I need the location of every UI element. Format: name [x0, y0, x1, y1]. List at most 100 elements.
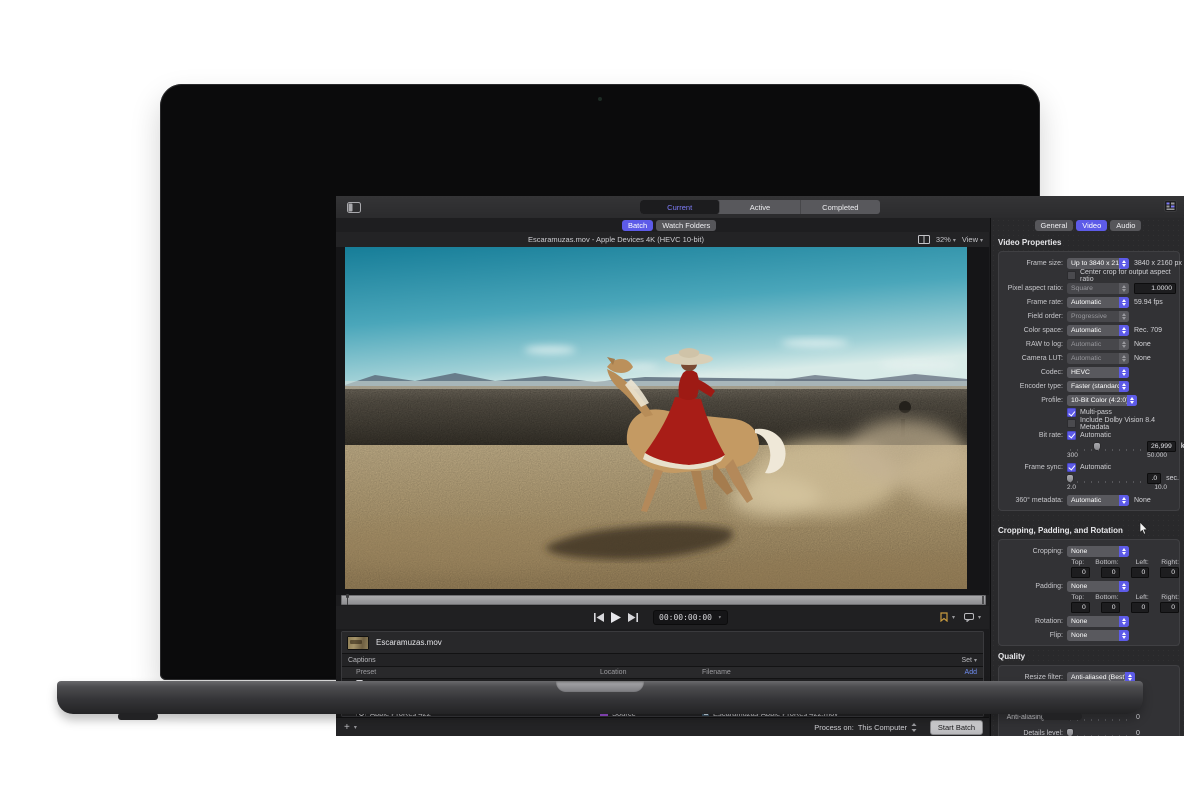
details-level-slider[interactable]	[1067, 729, 1131, 736]
encoder-type-dropdown[interactable]: Faster (standard qua...	[1067, 381, 1129, 392]
play-button[interactable]	[611, 612, 621, 623]
frame-sync-row: Frame sync: Automatic	[999, 461, 1179, 473]
raw-to-log-dropdown: Automatic	[1067, 339, 1129, 350]
start-batch-button[interactable]: Start Batch	[930, 720, 983, 735]
meta360-row: 360° metadata: Automatic None	[999, 493, 1179, 507]
rotation-dropdown[interactable]: None	[1067, 616, 1129, 627]
laptop-foot	[118, 713, 158, 720]
tab-watch-folders[interactable]: Watch Folders	[656, 220, 716, 231]
stepper-icon	[1127, 395, 1137, 406]
pixel-aspect-field[interactable]: 1.0000	[1134, 283, 1176, 294]
timecode-field[interactable]: 00:00:00:00 ▾	[653, 610, 728, 625]
laptop-foot	[1042, 713, 1082, 720]
preview-image	[345, 247, 967, 589]
stepper-icon	[1119, 546, 1129, 557]
flip-dropdown[interactable]: None	[1067, 630, 1129, 641]
bit-rate-slider[interactable]	[1067, 443, 1143, 451]
pad-top-field[interactable]: 0	[1071, 602, 1090, 613]
slider-thumb[interactable]	[1094, 443, 1100, 450]
captions-label: Captions	[348, 657, 376, 664]
raw-to-log-row: RAW to log: Automatic None	[999, 337, 1179, 351]
meta360-dropdown[interactable]: Automatic	[1067, 495, 1129, 506]
stepper-icon	[1119, 339, 1129, 350]
transport-bar: 00:00:00:00 ▾ ▾ ▾	[336, 606, 989, 630]
frame-size-dropdown[interactable]: Up to 3840 x 2160	[1067, 258, 1129, 269]
cropping-row: Cropping: None	[999, 544, 1179, 558]
laptop-base	[57, 681, 1143, 714]
frame-sync-field[interactable]: .0	[1147, 473, 1161, 484]
captions-set-dropdown[interactable]: Set▾	[961, 657, 977, 664]
section-heading-cropping: Cropping, Padding, and Rotation	[998, 526, 1123, 535]
multi-pass-checkbox[interactable]	[1067, 408, 1076, 417]
zoom-dropdown[interactable]: 32%▾	[936, 235, 956, 244]
stepper-icon	[1119, 381, 1129, 392]
dolby-vision-checkbox[interactable]	[1067, 419, 1076, 428]
tab-completed[interactable]: Completed	[801, 200, 880, 214]
viewer-title-bar: Escaramuzas.mov - Apple Devices 4K (HEVC…	[336, 232, 989, 248]
tab-audio[interactable]: Audio	[1110, 220, 1141, 231]
mouse-cursor-icon	[1139, 522, 1148, 535]
codec-dropdown[interactable]: HEVC	[1067, 367, 1129, 378]
tab-current[interactable]: Current	[640, 200, 720, 214]
skip-forward-button[interactable]	[628, 613, 638, 622]
process-on-label: Process on:	[814, 723, 854, 732]
inspector-toggle-button[interactable]	[1164, 200, 1177, 212]
flip-row: Flip: None	[999, 628, 1179, 642]
crop-right-field[interactable]: 0	[1160, 567, 1179, 578]
view-dropdown[interactable]: View▾	[962, 235, 983, 244]
pad-right-field[interactable]: 0	[1160, 602, 1179, 613]
tab-general[interactable]: General	[1035, 220, 1074, 231]
split-view-icon[interactable]	[918, 235, 930, 244]
pad-left-field[interactable]: 0	[1131, 602, 1150, 613]
color-space-dropdown[interactable]: Automatic	[1067, 325, 1129, 336]
chevron-down-icon: ▾	[980, 238, 983, 244]
status-segmented-control: Current Active Completed	[640, 200, 880, 214]
slider-thumb[interactable]	[1067, 475, 1073, 482]
sidebar-toggle-button[interactable]	[345, 201, 363, 214]
frame-rate-row: Frame rate: Automatic 59.94 fps	[999, 295, 1179, 309]
skip-back-button[interactable]	[594, 613, 604, 622]
tab-video[interactable]: Video	[1076, 220, 1107, 231]
padding-dropdown[interactable]: None	[1067, 581, 1129, 592]
process-on-value: This Computer	[858, 723, 907, 732]
crop-bottom-field[interactable]: 0	[1101, 567, 1120, 578]
marker-dropdown[interactable]: ▾	[940, 612, 955, 622]
slider-thumb[interactable]	[1067, 729, 1073, 736]
captions-row: Captions Set▾	[342, 654, 983, 667]
crop-top-field[interactable]: 0	[1071, 567, 1090, 578]
field-order-row: Field order: Progressive	[999, 309, 1179, 323]
chevron-down-icon: ▾	[718, 614, 722, 621]
bit-rate-field[interactable]: 26,999	[1147, 441, 1176, 452]
tab-batch[interactable]: Batch	[622, 220, 653, 231]
frame-rate-dropdown[interactable]: Automatic	[1067, 297, 1129, 308]
viewer-title: Escaramuzas.mov - Apple Devices 4K (HEVC…	[336, 235, 896, 244]
add-job-button[interactable]: +▾	[344, 722, 357, 733]
job-thumbnail	[347, 636, 369, 650]
bit-rate-auto-checkbox[interactable]	[1067, 431, 1076, 440]
cropping-dropdown[interactable]: None	[1067, 546, 1129, 557]
columns-header: Preset Location Filename Add	[342, 667, 983, 679]
crop-left-field[interactable]: 0	[1131, 567, 1150, 578]
chevron-down-icon: ▾	[974, 658, 977, 664]
add-output-link[interactable]: Add	[965, 669, 977, 676]
bit-rate-row: Bit rate: Automatic	[999, 429, 1179, 441]
details-level-row: Details level: 0	[999, 725, 1179, 736]
stepper-icon	[1119, 325, 1129, 336]
toolbar: Current Active Completed	[336, 196, 1184, 219]
stepper-icon	[1119, 353, 1129, 364]
tab-active[interactable]: Active	[720, 200, 800, 214]
frame-sync-slider[interactable]	[1067, 475, 1143, 483]
center-crop-checkbox[interactable]	[1067, 271, 1076, 280]
column-location: Location	[600, 669, 626, 676]
playhead-icon[interactable]	[345, 594, 350, 605]
frame-sync-auto-checkbox[interactable]	[1067, 463, 1076, 472]
captions-dropdown[interactable]: ▾	[964, 613, 981, 622]
timeline-end-marker	[982, 596, 984, 604]
timeline-scrubber[interactable]	[341, 595, 986, 605]
cropping-box: Cropping: None Top: Bottom: Left: Right:…	[998, 539, 1180, 646]
stepper-icon[interactable]	[911, 723, 917, 732]
profile-dropdown[interactable]: 10-Bit Color (4:2:0)	[1067, 395, 1137, 406]
field-order-dropdown: Progressive	[1067, 311, 1129, 322]
job-header-row[interactable]: Escaramuzas.mov	[342, 632, 983, 654]
pad-bottom-field[interactable]: 0	[1101, 602, 1120, 613]
